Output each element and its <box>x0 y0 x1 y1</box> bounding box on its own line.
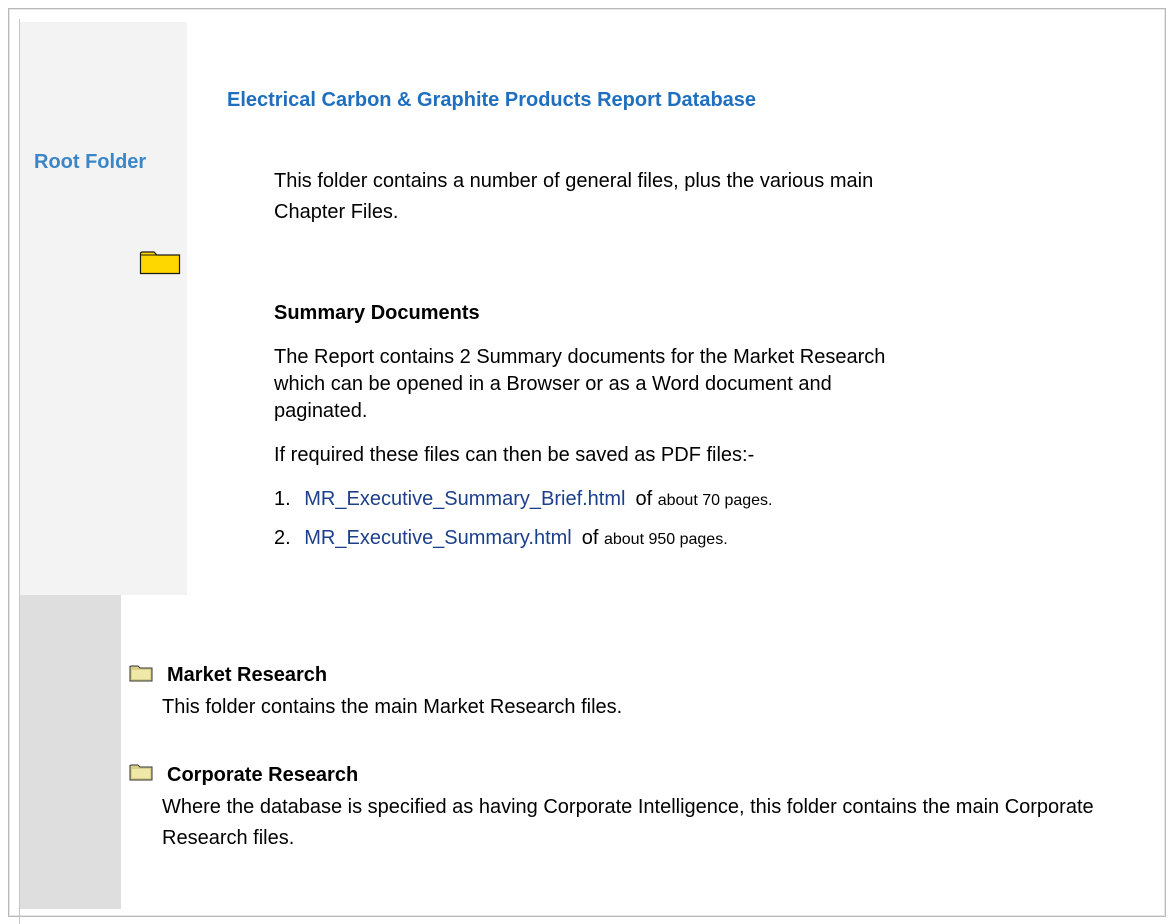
corporate-research-desc: Where the database is specified as havin… <box>162 796 1094 849</box>
page-count: about 950 pages. <box>603 531 728 548</box>
pdf-note: If required these files can then be save… <box>274 444 755 466</box>
list-number: 2. <box>274 527 291 549</box>
sidebar-bottom <box>20 595 121 909</box>
folder-icon-small[interactable] <box>129 763 153 781</box>
file-link-brief[interactable]: MR_Executive_Summary_Brief.html <box>304 488 625 510</box>
list-item: 1. MR_Executive_Summary_Brief.html of abo… <box>274 488 772 511</box>
of-text: of <box>635 488 653 510</box>
file-link-full[interactable]: MR_Executive_Summary.html <box>304 527 571 549</box>
market-research-desc: This folder contains the main Market Res… <box>162 696 623 718</box>
folder-icon <box>139 251 181 275</box>
folder-icon-small[interactable] <box>129 664 153 682</box>
list-item: 2. MR_Executive_Summary.html of about 950… <box>274 527 728 550</box>
intro-text: This folder contains a number of general… <box>274 170 874 223</box>
list-number: 1. <box>274 488 291 510</box>
summary-paragraph: The Report contains 2 Summary documents … <box>274 346 886 422</box>
summary-heading: Summary Documents <box>274 302 480 324</box>
page-count: about 70 pages. <box>657 492 773 509</box>
market-research-folder[interactable]: Market Research <box>167 664 327 687</box>
root-folder-label: Root Folder <box>34 151 147 173</box>
page-title: Electrical Carbon & Graphite Products Re… <box>227 89 757 111</box>
corporate-research-folder[interactable]: Corporate Research <box>167 764 358 787</box>
sidebar-top <box>20 22 187 595</box>
of-text: of <box>581 527 599 549</box>
